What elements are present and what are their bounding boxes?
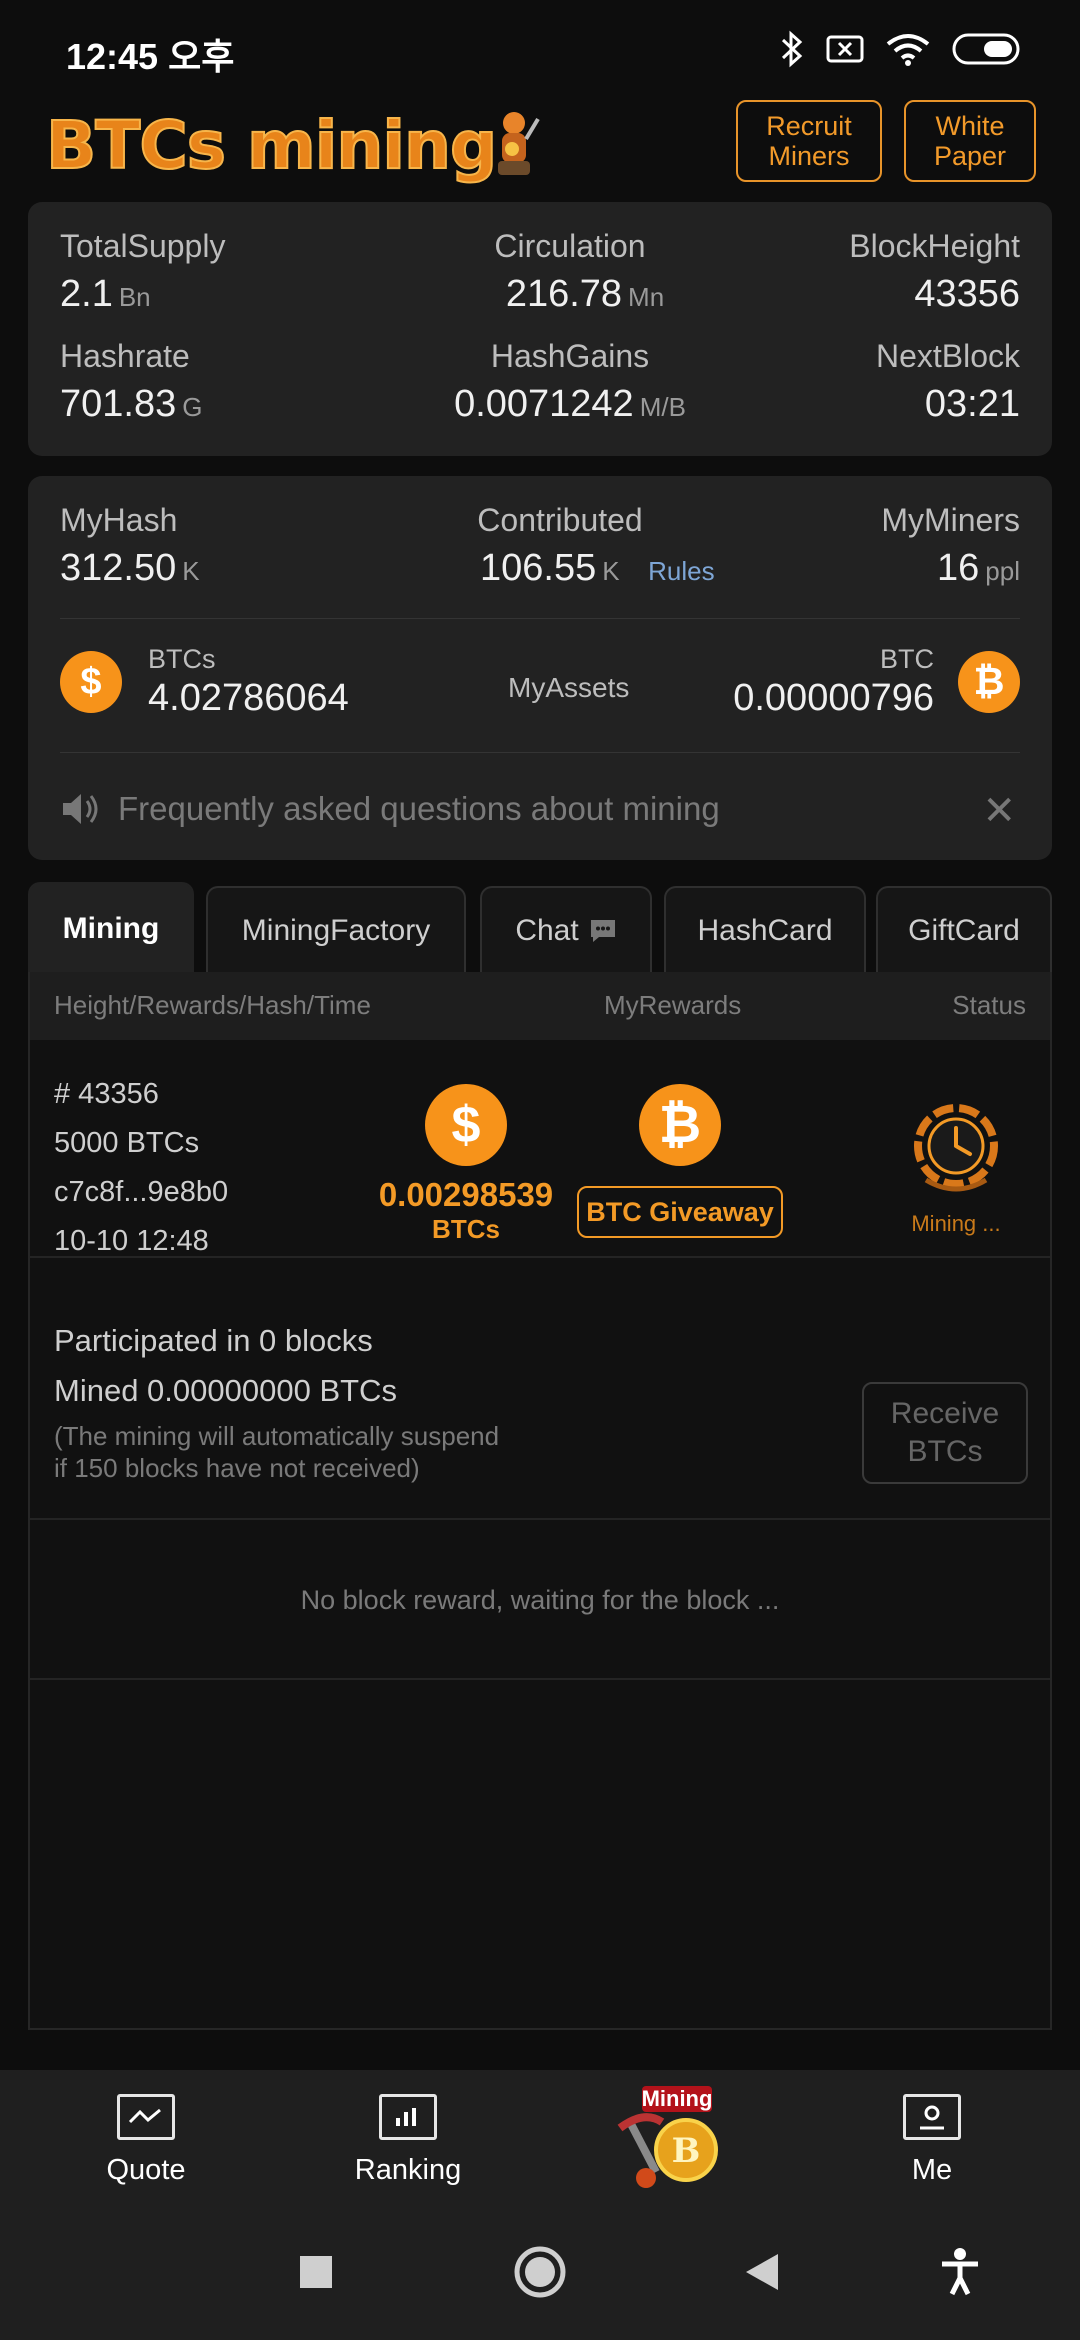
tab-mining[interactable]: Mining (28, 882, 194, 974)
system-nav-bar (0, 2204, 1080, 2340)
column-header: Status (952, 990, 1026, 1020)
my-stats-card: MyHash 312.50 K Contributed 106.55 K Rules… (28, 476, 1052, 860)
total-supply-stat: TotalSupply 2.1 Bn (60, 228, 226, 315)
btc-giveaway: ₿ BTC Giveaway (575, 1084, 785, 1238)
participated-blocks: Participated in 0 blocks (54, 1323, 373, 1358)
close-icon[interactable]: ✕ (982, 788, 1016, 834)
status-text: Mining ... (911, 1211, 1001, 1236)
nav-mining[interactable]: Mining B (586, 2082, 766, 2200)
wifi-icon (886, 34, 930, 66)
participation-summary: Participated in 0 blocks Mined 0.0000000… (30, 1258, 1050, 1520)
divider (60, 618, 1020, 619)
my-assets-row: $ BTCs 4.02786064 MyAssets BTC 0.0000079… (60, 644, 1020, 734)
bottom-nav: Quote Ranking Mining B Me (0, 2070, 1080, 2204)
app-logo: BTCs mining (45, 100, 540, 190)
btc-balance[interactable]: BTC 0.00000796 ₿ (733, 644, 1020, 720)
block-height-stat: BlockHeight 43356 (849, 228, 1020, 315)
tab-gift-card[interactable]: GiftCard (876, 886, 1052, 974)
accessibility-icon[interactable] (938, 2244, 982, 2300)
home-icon[interactable] (512, 2244, 568, 2300)
my-btcs-reward: $ 0.00298539 BTCs (366, 1084, 566, 1245)
column-header: Height/Rewards/Hash/Time (54, 990, 371, 1020)
block-meta: # 43356 5000 BTCs c7c8f...9e8b0 10-10 12… (54, 1070, 228, 1266)
battery-icon (952, 33, 1020, 65)
column-header: MyRewards (604, 990, 742, 1020)
block-hash[interactable]: c7c8f...9e8b0 (54, 1168, 228, 1217)
back-icon[interactable] (742, 2244, 782, 2300)
logo-text: BTCs mining (45, 106, 498, 185)
nav-quote[interactable]: Quote (56, 2094, 236, 2187)
status-icons (780, 30, 1022, 68)
next-block-stat: NextBlock 03:21 (875, 338, 1020, 425)
mining-coin-glyph: B (672, 2131, 701, 2171)
contributed-stat: Contributed 106.55 K Rules (477, 502, 715, 589)
block-height: # 43356 (54, 1078, 159, 1110)
btcs-coin-icon: $ (425, 1084, 507, 1166)
quote-chart-icon (117, 2094, 175, 2140)
tab-bar: Mining MiningFactory Chat HashCard GiftC… (28, 882, 1052, 974)
table-row: # 43356 5000 BTCs c7c8f...9e8b0 10-10 12… (30, 1040, 1050, 1258)
btcs-balance[interactable]: $ BTCs 4.02786064 (60, 644, 349, 720)
hash-gains-stat: HashGains 0.0071242 M/B (454, 338, 686, 425)
block-rewards: 5000 BTCs (54, 1127, 200, 1159)
btc-giveaway-button[interactable]: BTC Giveaway (577, 1186, 783, 1238)
profile-icon (903, 2094, 961, 2140)
empty-state-message: No block reward, waiting for the block .… (30, 1520, 1050, 1680)
btc-coin-icon: ₿ (958, 651, 1020, 713)
network-stats-card: TotalSupply 2.1 Bn Circulation 216.78 Mn B… (28, 202, 1052, 456)
clock: 12:45 오후 (66, 36, 235, 77)
my-assets-label: MyAssets (508, 672, 630, 703)
table-header: Height/Rewards/Hash/Time MyRewards Statu… (30, 972, 1050, 1040)
my-miners-stat: MyMiners 16 ppl (881, 502, 1020, 589)
gear-clock-icon (914, 1104, 998, 1192)
app-header: BTCs mining Recruit Miners White Paper (0, 92, 1080, 200)
ranking-bars-icon (379, 2094, 437, 2140)
nav-me[interactable]: Me (842, 2094, 1022, 2187)
mining-badge-label: Mining (642, 2086, 713, 2111)
suspend-note: (The mining will automatically suspend i… (54, 1421, 500, 1483)
no-sim-icon (826, 35, 864, 63)
receive-btcs-button[interactable]: Receive BTCs (862, 1382, 1028, 1484)
rules-link[interactable]: Rules (648, 556, 714, 586)
my-hash-stat: MyHash 312.50 K (60, 502, 200, 589)
reward-unit: BTCs (432, 1214, 500, 1244)
btc-coin-icon: ₿ (639, 1084, 721, 1166)
nav-ranking[interactable]: Ranking (318, 2094, 498, 2187)
circulation-stat: Circulation 216.78 Mn (494, 228, 665, 315)
mining-panel: Height/Rewards/Hash/Time MyRewards Statu… (28, 972, 1052, 2030)
mining-status: Mining ... (886, 1094, 1026, 1237)
speaker-icon (63, 794, 98, 824)
tab-chat[interactable]: Chat (480, 886, 652, 974)
miner-mascot-icon (498, 112, 540, 175)
divider (60, 752, 1020, 753)
recruit-miners-button[interactable]: Recruit Miners (736, 100, 882, 182)
status-bar: 12:45 오후 (0, 0, 1080, 92)
btcs-coin-icon: $ (60, 651, 122, 713)
tab-hash-card[interactable]: HashCard (664, 886, 866, 974)
faq-notice[interactable]: Frequently asked questions about mining … (60, 776, 1020, 842)
chat-bubble-icon (590, 920, 615, 942)
hashrate-stat: Hashrate 701.83 G (60, 338, 203, 425)
mining-badge-icon: Mining B (617, 2086, 718, 2188)
tab-mining-factory[interactable]: MiningFactory (206, 886, 466, 974)
faq-text: Frequently asked questions about mining (118, 790, 720, 827)
mined-total: Mined 0.00000000 BTCs (54, 1373, 397, 1408)
reward-amount: 0.00298539 (378, 1176, 554, 1213)
bluetooth-icon (781, 30, 803, 68)
recents-icon[interactable] (298, 2244, 334, 2300)
white-paper-button[interactable]: White Paper (904, 100, 1036, 182)
